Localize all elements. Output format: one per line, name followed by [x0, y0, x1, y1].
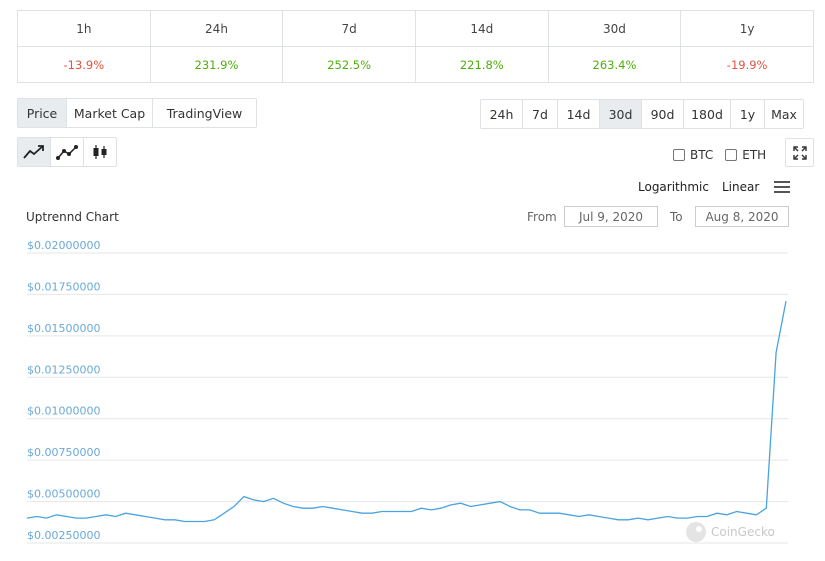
perf-value-14d: 221.8% — [414, 46, 549, 83]
price-line — [26, 300, 787, 523]
hamburger-menu-icon[interactable] — [774, 181, 791, 193]
perf-header-7d: 7d — [282, 10, 416, 47]
y-tick-label: $0.00750000 — [27, 446, 100, 459]
perf-value-1h: -13.9% — [17, 46, 151, 83]
from-label: From — [527, 210, 557, 224]
perf-header-14d: 14d — [414, 10, 549, 47]
range-max[interactable]: Max — [764, 99, 804, 129]
line-points-icon — [56, 145, 78, 160]
y-tick-label: $0.00250000 — [27, 529, 100, 542]
perf-value-1y: -19.9% — [680, 46, 814, 83]
perf-value-24h: 231.9% — [149, 46, 284, 83]
range-1y[interactable]: 1y — [730, 99, 765, 129]
to-date-input[interactable]: Aug 8, 2020 — [695, 206, 789, 227]
compare-options: BTC ETH — [673, 148, 766, 162]
scale-options: Logarithmic Linear — [638, 180, 791, 194]
btc-label: BTC — [690, 148, 714, 162]
fullscreen-button[interactable] — [785, 138, 814, 167]
watermark-text: CoinGecko — [711, 525, 775, 539]
range-14d[interactable]: 14d — [557, 99, 600, 129]
coingecko-watermark: CoinGecko — [686, 522, 775, 542]
range-24h[interactable]: 24h — [480, 99, 523, 129]
performance-header-row: 1h 24h 7d 14d 30d 1y — [17, 10, 814, 47]
performance-table: 1h 24h 7d 14d 30d 1y -13.9% 231.9% 252.5… — [17, 10, 814, 83]
perf-value-30d: 263.4% — [547, 46, 682, 83]
line-chart-button[interactable] — [17, 137, 51, 167]
tab-price[interactable]: Price — [17, 98, 67, 128]
logarithmic-toggle[interactable]: Logarithmic — [638, 180, 709, 194]
linear-toggle[interactable]: Linear — [722, 180, 759, 194]
to-label: To — [670, 210, 683, 224]
chart-type-tabs — [17, 137, 117, 167]
y-tick-label: $0.01000000 — [27, 405, 100, 418]
perf-value-7d: 252.5% — [282, 46, 416, 83]
tab-market-cap[interactable]: Market Cap — [66, 98, 153, 128]
range-90d[interactable]: 90d — [641, 99, 684, 129]
eth-checkbox[interactable] — [725, 149, 738, 161]
tab-tradingview[interactable]: TradingView — [152, 98, 257, 128]
chart-title: Uptrennd Chart — [26, 210, 119, 224]
perf-header-30d: 30d — [547, 10, 682, 47]
perf-header-24h: 24h — [149, 10, 284, 47]
y-tick-label: $0.01250000 — [27, 363, 100, 376]
y-tick-label: $0.01500000 — [27, 322, 100, 335]
performance-value-row: -13.9% 231.9% 252.5% 221.8% 263.4% -19.9… — [17, 46, 814, 83]
compare-btc[interactable]: BTC — [673, 148, 713, 162]
eth-label: ETH — [742, 148, 767, 162]
line-chart-icon — [23, 145, 44, 159]
y-tick-label: $0.01750000 — [27, 280, 100, 293]
y-tick-label: $0.02000000 — [27, 240, 100, 252]
compare-eth[interactable]: ETH — [725, 148, 766, 162]
price-chart: $0.02000000 $0.01750000 $0.01500000 $0.0125… — [26, 240, 788, 544]
expand-icon — [792, 145, 807, 160]
candlestick-icon — [93, 145, 107, 159]
range-30d[interactable]: 30d — [599, 99, 642, 129]
candlestick-button[interactable] — [83, 137, 117, 167]
btc-checkbox[interactable] — [673, 149, 685, 161]
view-tabs: Price Market Cap TradingView — [17, 98, 257, 128]
y-tick-label: $0.00500000 — [27, 488, 100, 501]
perf-header-1h: 1h — [17, 10, 151, 47]
from-date-input[interactable]: Jul 9, 2020 — [564, 206, 658, 227]
range-180d[interactable]: 180d — [683, 99, 731, 129]
range-7d[interactable]: 7d — [522, 99, 558, 129]
perf-header-1y: 1y — [680, 10, 814, 47]
line-points-button[interactable] — [50, 137, 84, 167]
range-tabs: 24h 7d 14d 30d 90d 180d 1y Max — [480, 99, 804, 129]
